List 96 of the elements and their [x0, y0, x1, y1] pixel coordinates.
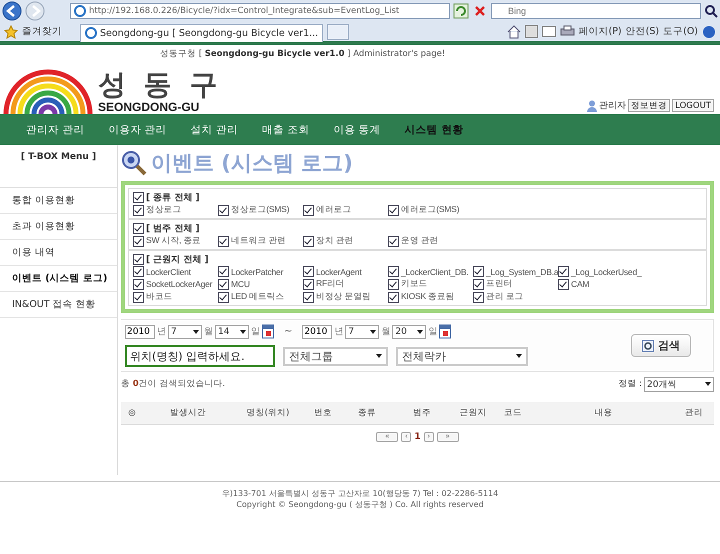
checkbox[interactable]: 키보드	[388, 278, 473, 290]
favorites-button[interactable]: 즐겨찾기	[22, 25, 62, 38]
menu-item[interactable]: 도구(O)	[663, 25, 698, 38]
checkbox[interactable]: KIOSK 종료됨	[388, 291, 473, 303]
header-button[interactable]: LOGOUT	[672, 99, 714, 112]
column-header: 관리	[684, 407, 704, 419]
address-bar[interactable]: http://192.168.0.226/Bicycle/?idx=Control_Integrate&sub=EventLog_List	[70, 3, 450, 19]
checkbox[interactable]: LockerClient	[133, 266, 218, 277]
date-separator: ~	[284, 326, 292, 337]
checkbox[interactable]: 바코드	[133, 291, 218, 303]
checkbox[interactable]: _Log_LockerUsed_	[558, 266, 702, 277]
result-count: 총 0건이 검색되었습니다.	[121, 378, 226, 390]
checkbox[interactable]: SocketLockerAger	[133, 278, 218, 290]
nav-item[interactable]: 시스템 현황	[392, 122, 476, 136]
sidebar-item[interactable]: 초과 이용현황	[0, 214, 117, 240]
back-button[interactable]	[2, 1, 22, 21]
footer-text: 우)133-701 서울특별시 성동구 고산자로 10(행당동 7) Tel : 02-2286-5114	[222, 488, 498, 499]
header-button[interactable]: 정보변경	[628, 99, 670, 112]
sidebar-item[interactable]: IN&OUT 접속 현황	[0, 292, 117, 318]
checkbox[interactable]: LockerPatcher	[218, 266, 303, 277]
logo-subtitle: SEONGDONG-GU	[98, 100, 200, 114]
checkbox[interactable]: 관리 로그	[473, 291, 558, 303]
checkbox[interactable]: RF리더	[303, 278, 388, 290]
checkbox[interactable]: [ 범주 전체 ]	[133, 222, 702, 235]
checkbox[interactable]: CAM	[558, 278, 702, 290]
column-header: 근원지	[458, 407, 488, 419]
search-field[interactable]: Bing	[491, 3, 701, 19]
nav-item[interactable]: 관리자 관리	[14, 122, 96, 136]
sidebar-item[interactable]: 통합 이용현황	[0, 188, 117, 214]
user-icon	[587, 100, 598, 112]
page-number[interactable]: 1	[414, 432, 421, 442]
unit-label: 일	[428, 326, 438, 338]
browser-tab[interactable]: Seongdong-gu [ Seongdong-gu Bicycle ver1...	[80, 24, 324, 42]
search-button[interactable]: 검색	[631, 334, 691, 357]
nav-item[interactable]: 설치 관리	[178, 122, 250, 136]
refresh-icon[interactable]	[453, 3, 469, 19]
site-tagline: 성동구청 [ Seongdong-gu Bicycle ver1.0 ] Administrator's page!	[159, 48, 446, 60]
sidebar-item[interactable]: 이벤트 (시스템 로그)	[0, 266, 117, 292]
checkbox[interactable]: 에러로그	[303, 204, 388, 216]
checkbox[interactable]: [ 근원지 전체 ]	[133, 253, 702, 266]
magnifier-icon	[121, 150, 147, 176]
year-field[interactable]: 2010	[125, 324, 155, 338]
checkbox[interactable]: LED 메트릭스	[218, 291, 303, 303]
locker-select[interactable]: 전체락카	[396, 346, 528, 366]
unit-label: 년	[334, 326, 344, 338]
sort-label: 정렬 :	[618, 378, 642, 390]
checkbox[interactable]: _Log_System_DB.a	[473, 266, 558, 277]
column-header: 발생시간	[169, 407, 207, 419]
checkbox[interactable]: 비정상 문열림	[303, 291, 388, 303]
column-header: 내용	[594, 407, 614, 419]
checkbox[interactable]: 장치 관련	[303, 235, 388, 247]
month-select[interactable]: 7	[168, 324, 202, 338]
column-header: 종류	[357, 407, 377, 419]
checkbox[interactable]: LockerAgent	[303, 266, 388, 277]
sidebar-title: [ T-BOX Menu ]	[0, 145, 117, 188]
column-header: 범주	[412, 407, 432, 419]
location-field[interactable]: 위치(명칭) 입력하세요.	[125, 345, 275, 367]
sidebar-item[interactable]: 이용 내역	[0, 240, 117, 266]
nav-item[interactable]: 이용 통계	[321, 122, 393, 136]
unit-label: 년	[157, 326, 166, 338]
logo-title: 성 동 구	[98, 70, 222, 100]
checkbox[interactable]: [ 종류 전체 ]	[133, 191, 702, 204]
column-header: 명칭(위치)	[246, 407, 290, 419]
column-header: 번호	[313, 407, 333, 419]
checkbox[interactable]: 네트워크 관련	[218, 235, 303, 247]
unit-label: 월	[204, 326, 213, 338]
home-icon[interactable]	[506, 24, 520, 38]
calendar-icon[interactable]	[262, 324, 274, 339]
day-select[interactable]: 20	[392, 324, 426, 338]
nav-item[interactable]: 이용자 관리	[96, 122, 179, 136]
unit-label: 월	[381, 326, 390, 338]
column-header: 코드	[503, 407, 523, 419]
footer-text: Copyright © Seongdong-gu ( 성동구청 ) Co. All rights reserved	[236, 499, 484, 510]
checkbox[interactable]: 정상로그(SMS)	[218, 204, 303, 216]
month-select[interactable]: 7	[345, 324, 380, 338]
sort-select[interactable]: 20개씩	[644, 376, 714, 392]
column-header: ◎	[127, 408, 137, 418]
checkbox[interactable]: 운영 관련	[388, 235, 473, 247]
checkbox[interactable]: MCU	[218, 278, 303, 290]
nav-item[interactable]: 매출 조회	[250, 122, 322, 136]
unit-label: 일	[251, 326, 260, 338]
menu-item[interactable]: 페이지(P)	[578, 25, 622, 38]
checkbox[interactable]: 프린터	[473, 278, 558, 290]
calendar-icon[interactable]	[439, 324, 452, 339]
group-select[interactable]: 전체그룹	[283, 346, 388, 366]
star-icon[interactable]	[4, 24, 18, 38]
checkbox[interactable]: _LockerClient_DB.	[388, 266, 473, 277]
printer-icon[interactable]	[560, 25, 574, 38]
checkbox[interactable]: 에러로그(SMS)	[388, 204, 473, 216]
checkbox[interactable]: 정상로그	[133, 204, 218, 216]
menu-item[interactable]: 안전(S)	[626, 25, 660, 38]
year-field[interactable]: 2010	[302, 324, 332, 338]
checkbox[interactable]: SW 시작, 종료	[133, 235, 218, 247]
page-title: 이벤트 (시스템 로그)	[151, 150, 353, 177]
day-select[interactable]: 14	[215, 324, 249, 338]
user-role: 관리자	[599, 100, 626, 112]
